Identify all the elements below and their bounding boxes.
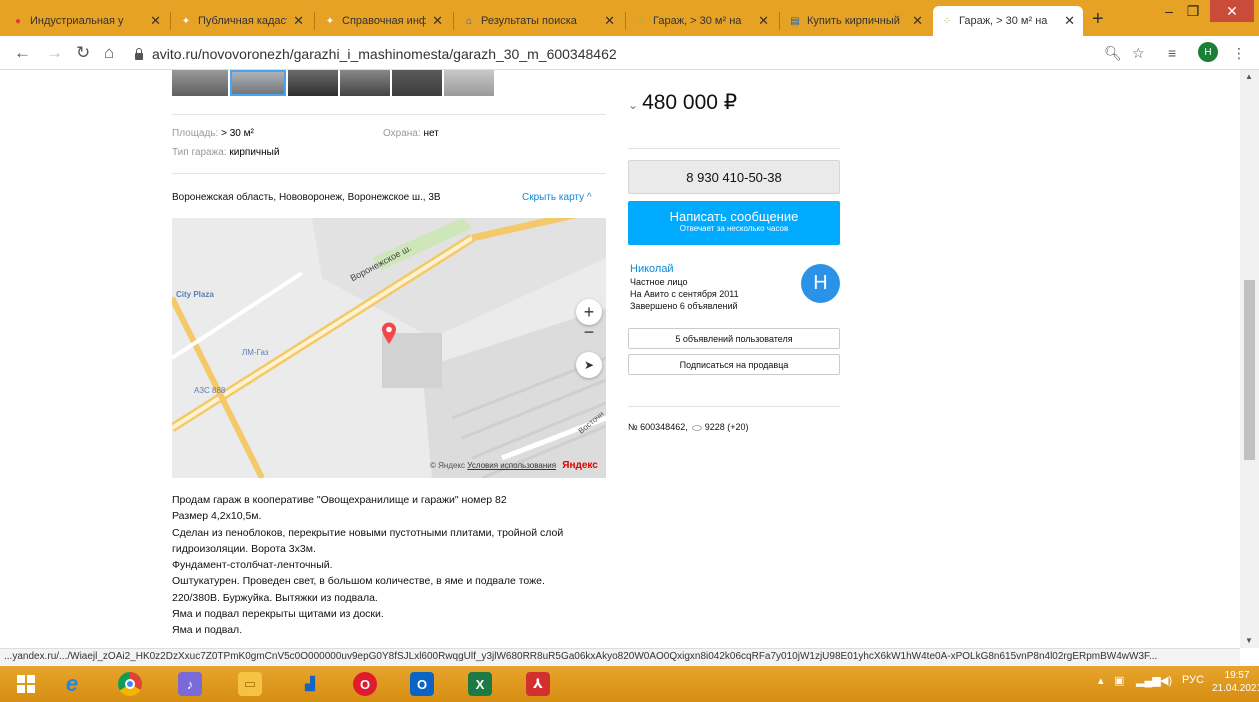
geolocation-icon[interactable]: ➤ [576, 352, 602, 378]
lock-icon [134, 48, 144, 60]
minimize-button[interactable]: – [1158, 0, 1180, 22]
language-indicator[interactable]: РУС [1182, 674, 1204, 686]
tab-search-results[interactable]: ⌂ Результаты поиска ✕ [455, 6, 623, 36]
zoom-out-button[interactable]: − [576, 319, 602, 345]
home-icon[interactable]: ⌂ [104, 43, 114, 63]
param-garage-type: Тип гаража: кирпичный [172, 147, 280, 158]
listing-address: Воронежская область, Нововоронеж, Вороне… [172, 192, 441, 203]
file-explorer-icon[interactable]: ▭ [230, 670, 270, 698]
close-icon[interactable]: ✕ [150, 13, 161, 29]
listing-price: ⌄ 480 000 ₽ [628, 91, 738, 114]
tab-garage-1[interactable]: ⁘ Гараж, > 30 м² на ✕ [627, 6, 777, 36]
divider [172, 114, 606, 115]
location-pin-icon: ● [14, 15, 22, 27]
seller-name-link[interactable]: Николай [630, 262, 739, 276]
forward-arrow-icon[interactable]: → [46, 43, 63, 63]
seller-info: Николай Частное лицо На Авито с сентября… [630, 262, 739, 311]
reload-icon[interactable]: ↻ [76, 43, 90, 63]
yandex-logo: Яндекс [562, 460, 598, 471]
hide-map-link[interactable]: Скрыть карту ^ [522, 192, 592, 203]
scroll-down-icon[interactable]: ▼ [1245, 636, 1253, 645]
seller-avatar[interactable]: Н [801, 264, 840, 303]
divider [172, 173, 606, 174]
tab-cadastre[interactable]: ✦ Публичная кадаст ✕ [172, 6, 312, 36]
subscribe-button[interactable]: Подписаться на продавца [628, 354, 840, 375]
chart-app-icon[interactable]: ▟ [290, 670, 330, 698]
window-close-button[interactable]: ✕ [1210, 0, 1254, 22]
eye-icon [691, 424, 702, 431]
star-icon: ✦ [325, 15, 335, 27]
tab-industrial[interactable]: ● Индустриальная у ✕ [4, 6, 169, 36]
close-icon[interactable]: ✕ [604, 13, 615, 29]
document-icon: ▤ [790, 15, 800, 27]
reading-list-icon[interactable]: ≡ [1168, 45, 1176, 61]
address-bar: ← → ↻ ⌂ avito.ru/novovoronezh/garazhi_i_… [0, 36, 1259, 70]
divider [628, 406, 840, 407]
avito-icon: ⁘ [636, 15, 646, 27]
back-arrow-icon[interactable]: ← [14, 43, 31, 63]
tab-garage-active[interactable]: ⁘ Гараж, > 30 м² на ✕ [933, 6, 1083, 36]
excel-icon[interactable]: X [460, 670, 500, 698]
menu-icon[interactable]: ⋮ [1232, 45, 1246, 62]
windows-taskbar: e ♪ ▭ ▟ O O X ⅄ [0, 666, 1259, 702]
star-icon: ✦ [181, 15, 191, 27]
new-tab-button[interactable]: + [1092, 8, 1104, 31]
windows-start-icon[interactable] [6, 670, 46, 698]
divider [628, 148, 840, 149]
tray-volume-icon[interactable]: ◀) [1160, 674, 1172, 687]
show-phone-button[interactable]: 8 930 410-50-38 [628, 160, 840, 194]
close-icon[interactable]: ✕ [432, 13, 443, 29]
write-message-button[interactable]: Написать сообщение Отвечает за несколько… [628, 201, 840, 245]
listing-description: Продам гараж в кооперативе "Овощехранили… [172, 494, 564, 637]
param-guard: Охрана: нет [383, 128, 439, 139]
tray-network-icon[interactable]: ▣ [1114, 674, 1124, 687]
map-poi-label: АЗС 888 [194, 386, 226, 395]
system-clock[interactable]: 19:57 21.04.2021 [1212, 669, 1259, 695]
tab-reference[interactable]: ✦ Справочная инфо ✕ [316, 6, 451, 36]
photo-thumbnail[interactable] [230, 70, 286, 96]
tray-expand-icon[interactable]: ▴ [1098, 674, 1104, 687]
photo-thumbnail[interactable] [288, 70, 338, 96]
scroll-up-icon[interactable]: ▲ [1245, 72, 1253, 81]
opera-icon[interactable]: O [345, 670, 385, 698]
photo-thumbnail[interactable] [172, 70, 228, 96]
building-icon: ⌂ [465, 15, 473, 27]
chrome-icon[interactable] [110, 670, 150, 698]
scrollbar-thumb[interactable] [1244, 280, 1255, 460]
photo-thumbnail[interactable] [392, 70, 442, 96]
listing-page: Площадь: > 30 м² Охрана: нет Тип гаража:… [0, 70, 1240, 648]
close-icon[interactable]: ✕ [912, 13, 923, 29]
internet-explorer-icon[interactable]: e [52, 670, 92, 698]
map-footer: © Яндекс Условия использования Яндекс [430, 460, 598, 471]
browser-tab-strip: ● Индустриальная у ✕ ✦ Публичная кадаст … [0, 0, 1259, 36]
listing-meta: № 600348462, 9228 (+20) [628, 422, 749, 432]
map-terms-link[interactable]: Условия использования [467, 461, 556, 470]
tray-signal-icon[interactable]: ▂▄▆ [1136, 674, 1161, 687]
map-marker-icon [382, 322, 396, 344]
page-scrollbar[interactable]: ▲ ▼ [1240, 70, 1259, 648]
media-player-icon[interactable]: ♪ [170, 670, 210, 698]
photo-thumbnail[interactable] [340, 70, 390, 96]
status-url: ...yandex.ru/.../Wiaejl_zOAi2_HK0z2DzXxu… [0, 648, 1240, 665]
yandex-map[interactable]: Воронежское ш. City Plaza ЛМ-Газ АЗС 888… [172, 218, 606, 478]
close-icon[interactable]: ✕ [758, 13, 769, 29]
map-poi-label: City Plaza [176, 290, 214, 299]
close-icon[interactable]: ✕ [293, 13, 304, 29]
user-ads-button[interactable]: 5 объявлений пользователя [628, 328, 840, 349]
avito-icon: ⁘ [942, 15, 952, 27]
close-icon[interactable]: ✕ [1064, 13, 1075, 29]
outlook-icon[interactable]: O [402, 670, 442, 698]
param-area: Площадь: > 30 м² [172, 128, 254, 139]
photo-thumbnails [172, 70, 494, 96]
url-field[interactable]: avito.ru/novovoronezh/garazhi_i_mashinom… [134, 42, 1134, 66]
map-poi-label: ЛМ-Газ [242, 348, 269, 357]
photo-thumbnail[interactable] [444, 70, 494, 96]
profile-avatar[interactable]: Н [1198, 42, 1218, 62]
acrobat-icon[interactable]: ⅄ [518, 670, 558, 698]
zoom-icon[interactable]: 🔍︎ [1104, 45, 1122, 62]
bookmark-star-icon[interactable]: ☆ [1132, 45, 1145, 62]
tab-brick-garage[interactable]: ▤ Купить кирпичный ✕ [781, 6, 931, 36]
chevron-down-icon[interactable]: ⌄ [628, 98, 638, 112]
maximize-button[interactable]: ❐ [1182, 0, 1204, 22]
